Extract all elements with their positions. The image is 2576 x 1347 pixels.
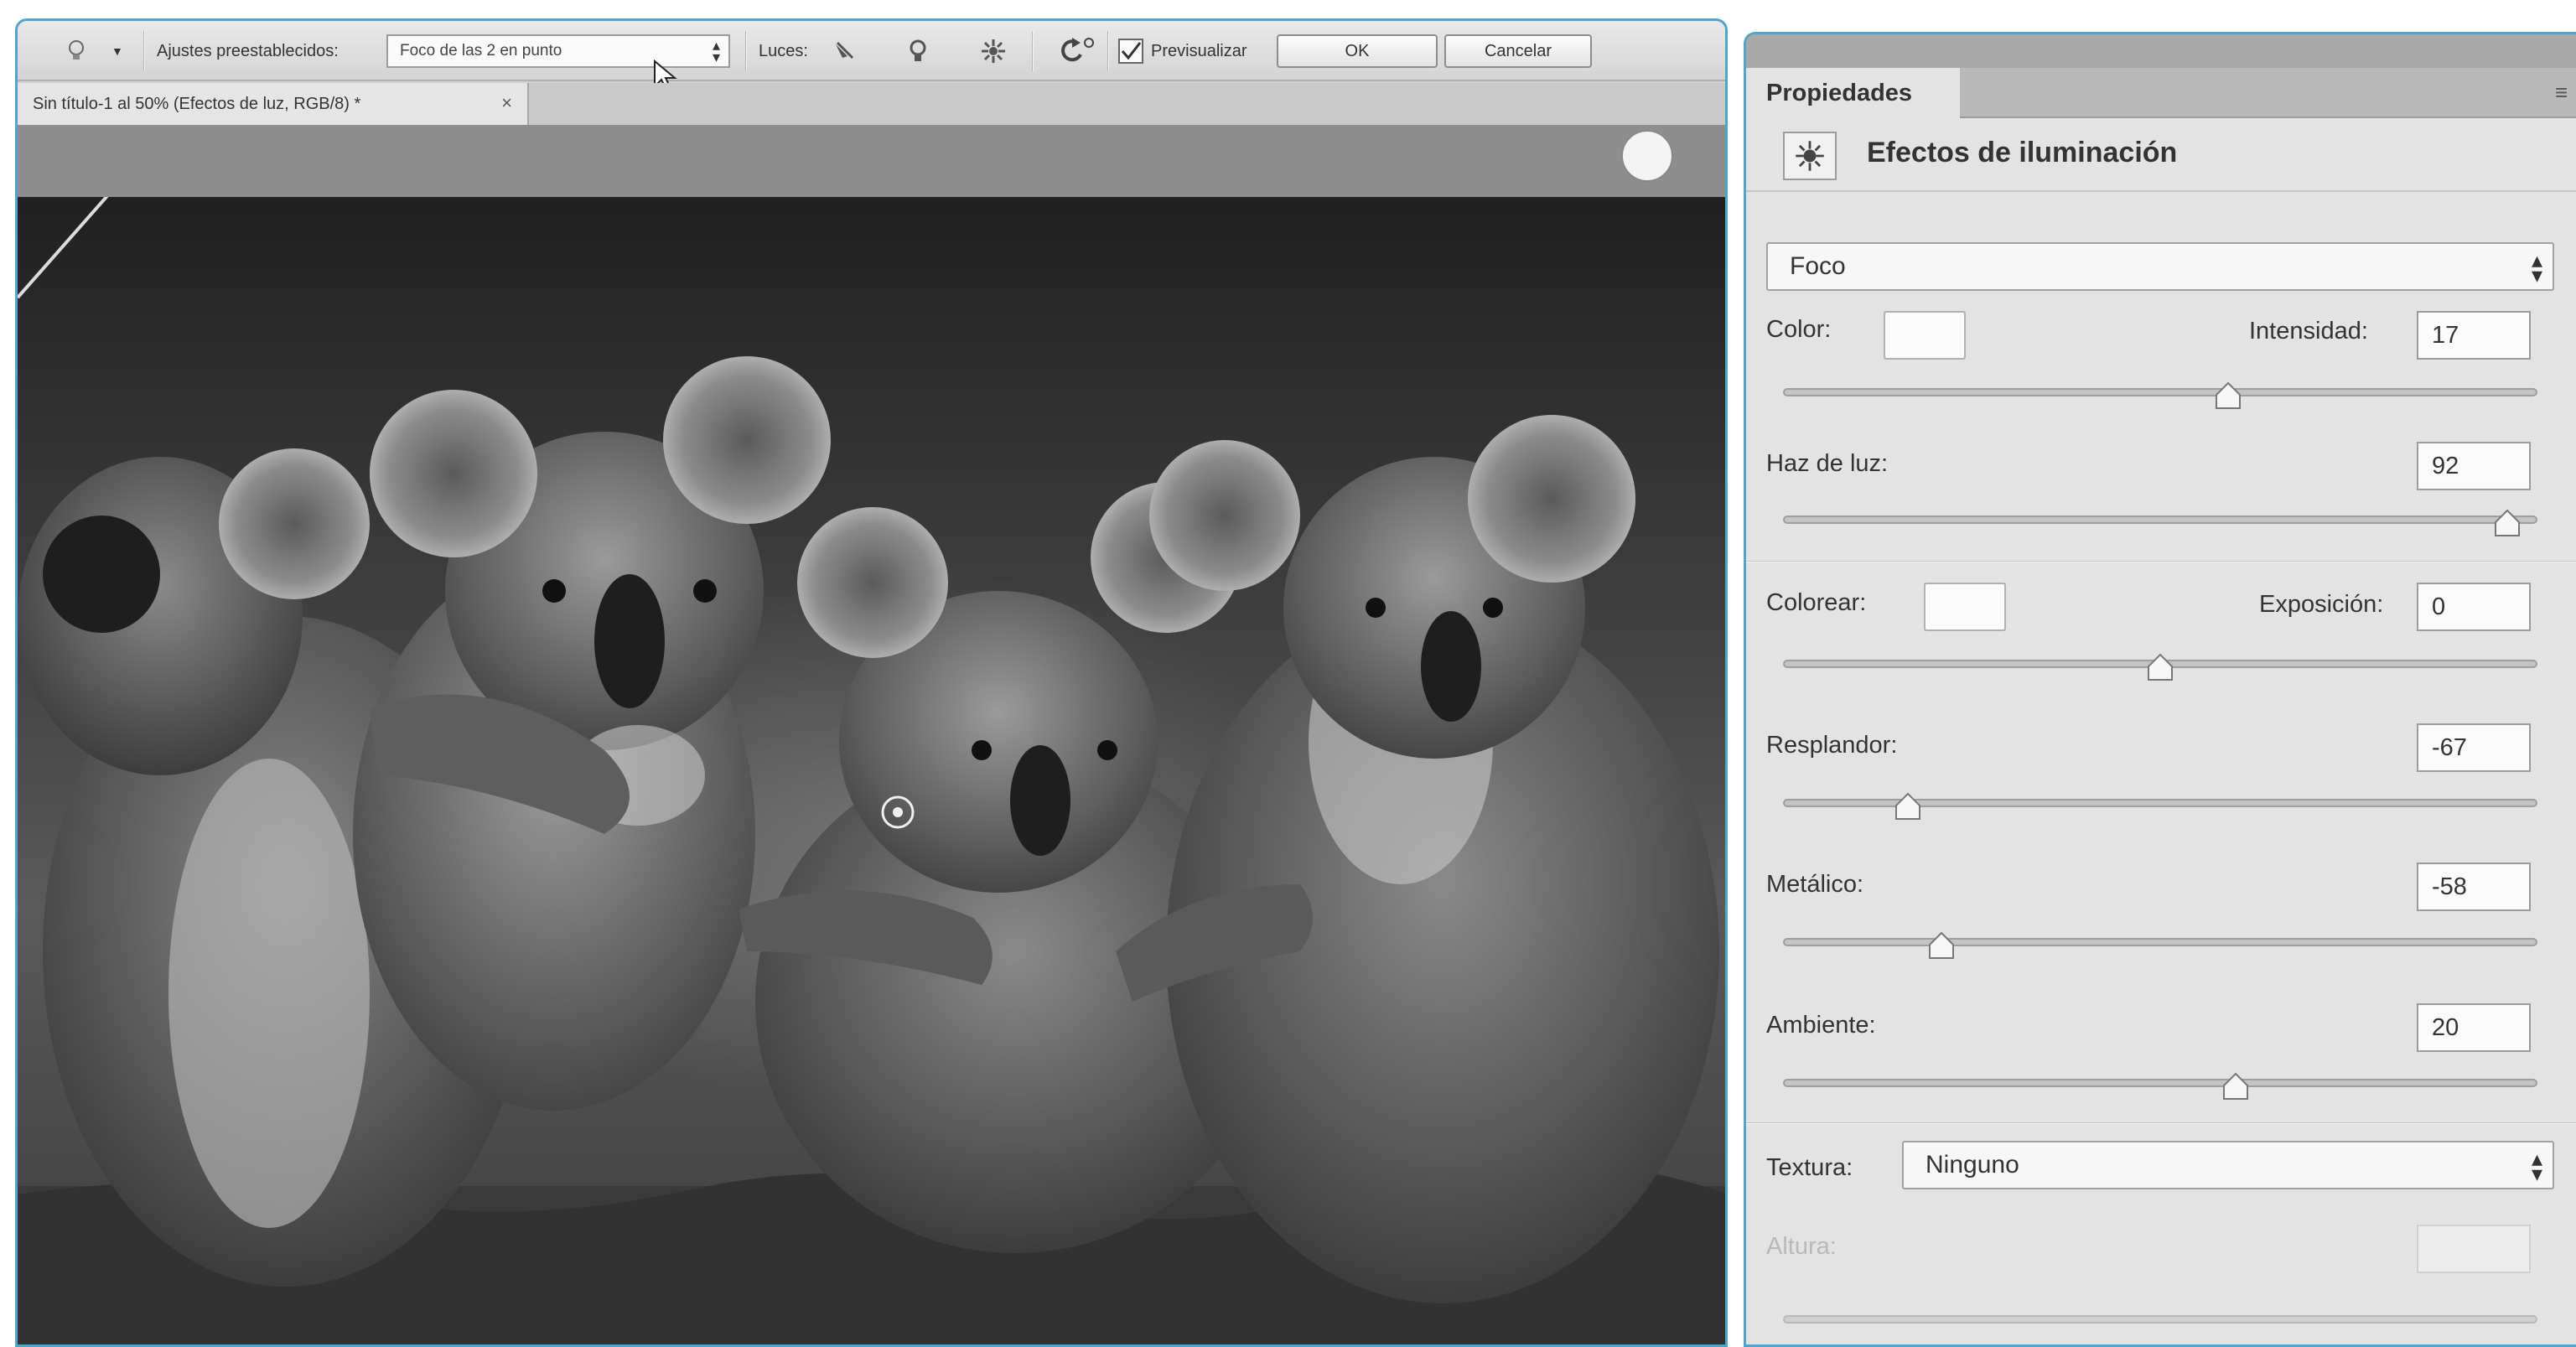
divider: [1746, 561, 2576, 562]
gloss-field[interactable]: -67: [2417, 723, 2531, 772]
presets-label: Ajustes preestablecidos:: [157, 41, 339, 60]
options-bar: ▼ Ajustes preestablecidos: Foco de las 2…: [18, 21, 1725, 91]
slider-thumb[interactable]: [2215, 381, 2242, 410]
document-tab[interactable]: Sin título-1 al 50% (Efectos de luz, RGB…: [18, 83, 529, 125]
gloss-label: Resplandor:: [1766, 732, 1898, 759]
slider-thumb[interactable]: [2494, 509, 2521, 537]
koala-illustration: [18, 197, 1725, 1344]
height-label: Altura:: [1766, 1233, 1837, 1260]
slider-track: [1783, 1315, 2537, 1324]
editor-window: ▼ Ajustes preestablecidos: Foco de las 2…: [15, 18, 1728, 1347]
add-point-light-icon[interactable]: [903, 36, 933, 66]
slider-track: [1783, 1079, 2537, 1087]
light-type-select[interactable]: Foco ▴ ▾: [1766, 242, 2554, 291]
hotspot-slider[interactable]: [1783, 497, 2537, 539]
close-icon[interactable]: ×: [501, 92, 512, 114]
slider-thumb[interactable]: [2147, 653, 2174, 681]
preview-label[interactable]: Previsualizar: [1151, 33, 1247, 70]
divider: [1746, 1122, 2576, 1124]
color-swatch[interactable]: [1884, 311, 1966, 360]
slider-thumb[interactable]: [2222, 1072, 2249, 1101]
lighting-effects-icon: [1783, 132, 1837, 180]
slider-thumb[interactable]: [1894, 792, 1921, 821]
select-arrows-icon: ▴ ▾: [2531, 247, 2542, 288]
checkbox-icon[interactable]: [1117, 38, 1144, 65]
presets-select-value: Foco de las 2 en punto: [400, 42, 562, 60]
ambience-slider[interactable]: [1783, 1060, 2537, 1102]
gloss-slider[interactable]: [1783, 780, 2537, 822]
hotspot-field[interactable]: 92: [2417, 442, 2531, 490]
slider-track: [1783, 938, 2537, 946]
cancel-button[interactable]: Cancelar: [1444, 34, 1592, 68]
slider-track: [1783, 388, 2537, 396]
height-slider: [1783, 1297, 2537, 1339]
separator: [1107, 31, 1109, 71]
light-rotation-handle[interactable]: [1621, 130, 1673, 182]
slider-track: [1783, 515, 2537, 524]
document-tab-title: Sin título-1 al 50% (Efectos de luz, RGB…: [33, 94, 361, 113]
texture-label: Textura:: [1766, 1154, 1853, 1181]
hotspot-label: Haz de luz:: [1766, 450, 1889, 477]
exposure-field[interactable]: 0: [2417, 583, 2531, 631]
separator: [1032, 31, 1034, 71]
ok-button[interactable]: OK: [1277, 34, 1438, 68]
properties-panel: Propiedades ≡ Efectos de iluminación Foc…: [1744, 32, 2576, 1347]
texture-select[interactable]: Ninguno ▴ ▾: [1902, 1141, 2554, 1189]
ambience-field[interactable]: 20: [2417, 1003, 2531, 1052]
intensity-label: Intensidad:: [2249, 318, 2368, 345]
colorize-swatch[interactable]: [1924, 583, 2006, 631]
color-label: Color:: [1766, 316, 1832, 343]
chevron-down-icon[interactable]: ▼: [111, 33, 123, 70]
metallic-slider[interactable]: [1783, 920, 2537, 961]
panel-tab-row: Propiedades ≡: [1746, 68, 2576, 118]
reset-light-icon[interactable]: [1054, 36, 1096, 66]
light-type-value: Foco: [1790, 252, 1846, 280]
panel-header: Efectos de iluminación: [1746, 118, 2576, 192]
document-tab-row: Sin título-1 al 50% (Efectos de luz, RGB…: [18, 83, 1725, 125]
intensity-slider[interactable]: [1783, 370, 2537, 412]
height-field: [2417, 1225, 2531, 1273]
lights-label: Luces:: [759, 41, 808, 60]
select-arrows-icon: ▴ ▾: [2531, 1146, 2542, 1186]
exposure-label: Exposición:: [2259, 591, 2384, 618]
canvas-background: [18, 125, 1725, 197]
koala-photo[interactable]: [18, 197, 1725, 1344]
ambience-label: Ambiente:: [1766, 1012, 1876, 1039]
select-arrows-icon: ▴ ▾: [712, 37, 720, 65]
exposure-slider[interactable]: [1783, 641, 2537, 683]
metallic-field[interactable]: -58: [2417, 863, 2531, 911]
tab-properties[interactable]: Propiedades: [1746, 68, 1960, 118]
slider-thumb[interactable]: [1928, 931, 1955, 960]
separator: [745, 31, 747, 71]
presets-select[interactable]: Foco de las 2 en punto ▴ ▾: [386, 34, 730, 68]
light-center-marker[interactable]: [879, 794, 916, 831]
add-infinite-light-icon[interactable]: [978, 36, 1008, 66]
panel-menu-icon[interactable]: ≡: [2555, 80, 2568, 106]
colorize-label: Colorear:: [1766, 589, 1867, 616]
intensity-field[interactable]: 17: [2417, 311, 2531, 360]
panel-heading: Efectos de iluminación: [1867, 137, 2178, 168]
separator: [143, 31, 145, 71]
texture-value: Ninguno: [1926, 1151, 2019, 1179]
metallic-label: Metálico:: [1766, 871, 1864, 898]
panel-titlebar[interactable]: [1746, 34, 2576, 68]
add-spot-light-icon[interactable]: [829, 36, 859, 66]
light-bulb-icon[interactable]: [61, 36, 91, 66]
